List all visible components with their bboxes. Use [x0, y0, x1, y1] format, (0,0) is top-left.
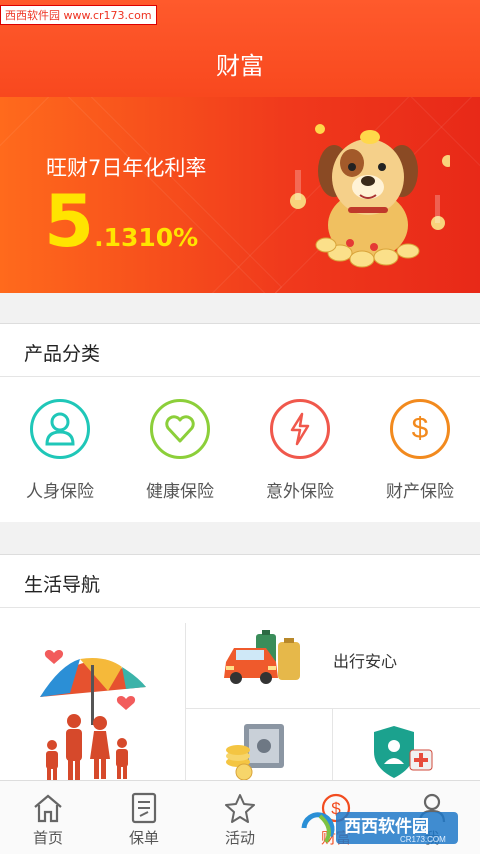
- app-screen: 西西软件园 www.cr173.com 财富 旺财7日年化利率 5.1310%: [0, 0, 480, 854]
- section-title-life-nav: 生活导航: [24, 574, 101, 596]
- category-personal-insurance[interactable]: 人身保险: [0, 399, 120, 502]
- category-accident-insurance[interactable]: 意外保险: [240, 399, 360, 502]
- star-icon: [223, 791, 257, 825]
- category-label: 意外保险: [266, 482, 334, 502]
- safe-coins-icon[interactable]: [224, 722, 288, 780]
- tab-policy[interactable]: 保单: [96, 781, 192, 854]
- car-luggage-icon[interactable]: [222, 628, 302, 688]
- product-categories-section: 产品分类 人身保险 健康保险 意外保险 $ 财产保险: [0, 323, 480, 522]
- rate-decimal: .1310%: [94, 223, 199, 252]
- dog-mascot-icon: [290, 124, 450, 268]
- home-icon: [31, 791, 65, 825]
- tab-home[interactable]: 首页: [0, 781, 96, 854]
- svg-text:西西软件园: 西西软件园: [344, 816, 429, 837]
- app-header: 西西软件园 www.cr173.com 财富: [0, 0, 480, 97]
- category-property-insurance[interactable]: $ 财产保险: [360, 399, 480, 502]
- category-label: 人身保险: [26, 482, 94, 502]
- rate-integer: 5: [44, 179, 95, 263]
- svg-text:CR173.COM: CR173.COM: [400, 835, 446, 844]
- category-label: 财产保险: [386, 482, 454, 502]
- dollar-icon: $: [390, 399, 450, 459]
- person-icon: [30, 399, 90, 459]
- category-label: 健康保险: [146, 482, 214, 502]
- divider: [0, 607, 480, 608]
- watermark-logo: 西西软件园 CR173.COM: [301, 812, 458, 844]
- promo-banner[interactable]: 旺财7日年化利率 5.1310%: [0, 97, 480, 293]
- lightning-icon: [270, 399, 330, 459]
- tab-label: 保单: [128, 829, 159, 847]
- watermark-top: 西西软件园 www.cr173.com: [0, 5, 157, 25]
- category-health-insurance[interactable]: 健康保险: [120, 399, 240, 502]
- policy-icon: [127, 791, 161, 825]
- tab-activity[interactable]: 活动: [192, 781, 288, 854]
- nav-item-travel-label[interactable]: 出行安心: [333, 648, 397, 672]
- family-umbrella-icon[interactable]: [30, 635, 160, 780]
- divider: [0, 376, 480, 377]
- grid-divider: [185, 623, 186, 781]
- tab-label: 首页: [32, 829, 63, 847]
- banner-rate: 5.1310%: [44, 185, 198, 257]
- health-shield-icon[interactable]: [372, 724, 434, 780]
- tab-label: 活动: [224, 829, 255, 847]
- page-title: 财富: [216, 52, 264, 80]
- grid-divider: [332, 708, 333, 781]
- section-title-categories: 产品分类: [24, 343, 101, 365]
- heart-icon: [150, 399, 210, 459]
- banner-label: 旺财7日年化利率: [46, 156, 207, 180]
